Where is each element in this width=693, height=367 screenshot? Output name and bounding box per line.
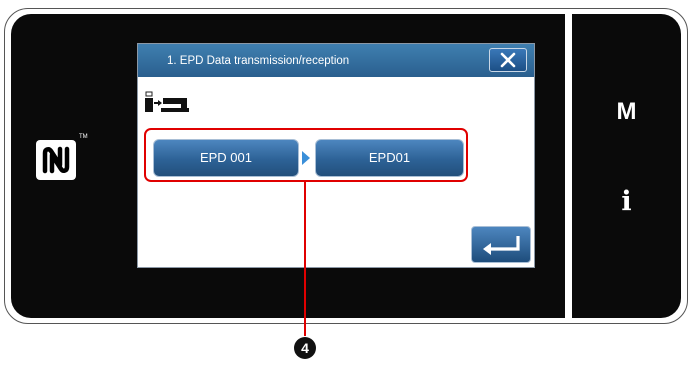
nfc-icon[interactable] bbox=[36, 140, 76, 180]
dialog-title-bar: 1. EPD Data transmission/reception bbox=[138, 44, 534, 77]
menu-button[interactable]: M bbox=[572, 98, 681, 126]
callout-highlight-box bbox=[144, 128, 468, 182]
enter-icon bbox=[483, 236, 520, 255]
side-key-panel bbox=[572, 14, 681, 318]
enter-button[interactable] bbox=[471, 226, 531, 263]
transfer-mode-icon bbox=[145, 91, 189, 112]
callout-leader-line bbox=[304, 182, 306, 336]
callout-number-badge: 4 bbox=[294, 337, 316, 359]
info-button[interactable]: i bbox=[572, 186, 681, 217]
close-button[interactable] bbox=[489, 48, 527, 72]
trademark-mark: TM bbox=[79, 134, 88, 140]
close-icon bbox=[500, 52, 516, 68]
dialog-title: 1. EPD Data transmission/reception bbox=[167, 55, 350, 67]
